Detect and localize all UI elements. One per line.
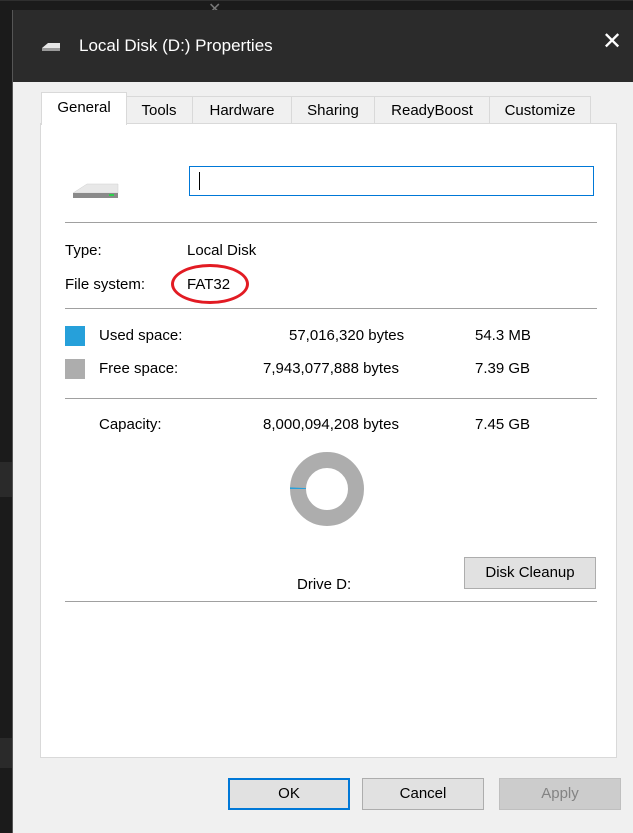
used-space-label: Used space: bbox=[99, 327, 183, 344]
used-space-bytes: 57,016,320 bytes bbox=[289, 327, 405, 344]
type-label: Type: bbox=[65, 242, 102, 259]
text-caret bbox=[199, 172, 200, 190]
window-title: Local Disk (D:) Properties bbox=[79, 36, 273, 55]
properties-dialog: Local Disk (D:) Properties ✕ General Too… bbox=[12, 10, 633, 833]
close-button[interactable]: ✕ bbox=[590, 24, 633, 60]
capacity-label: Capacity: bbox=[99, 416, 162, 433]
tab-customize[interactable]: Customize bbox=[489, 96, 591, 124]
close-icon: ✕ bbox=[601, 28, 623, 55]
drive-icon bbox=[72, 183, 119, 198]
used-space-swatch bbox=[65, 326, 85, 346]
type-value: Local Disk bbox=[187, 242, 257, 259]
cancel-button[interactable]: Cancel bbox=[362, 778, 484, 810]
used-space-size: 54.3 MB bbox=[475, 327, 531, 344]
free-space-bytes: 7,943,077,888 bytes bbox=[263, 360, 399, 377]
capacity-size: 7.45 GB bbox=[475, 416, 531, 433]
annotation-circle bbox=[171, 264, 249, 304]
general-tab-panel: Type: Local Disk File system: FAT32 Used… bbox=[40, 123, 617, 758]
apply-button[interactable]: Apply bbox=[499, 778, 621, 810]
separator bbox=[65, 308, 597, 309]
separator bbox=[65, 398, 597, 399]
ok-button[interactable]: OK bbox=[228, 778, 350, 810]
disk-cleanup-button[interactable]: Disk Cleanup bbox=[464, 557, 596, 589]
separator bbox=[65, 601, 597, 602]
free-space-ring bbox=[290, 452, 364, 526]
title-bar[interactable]: Local Disk (D:) Properties ✕ bbox=[13, 10, 633, 82]
usage-donut-chart bbox=[290, 452, 364, 526]
drive-label: Drive D: bbox=[297, 576, 352, 593]
file-system-label: File system: bbox=[65, 276, 146, 293]
free-space-size: 7.39 GB bbox=[475, 360, 531, 377]
volume-label-input[interactable] bbox=[189, 166, 594, 196]
tab-tools[interactable]: Tools bbox=[125, 96, 193, 124]
free-space-label: Free space: bbox=[99, 360, 179, 377]
separator bbox=[65, 222, 597, 223]
tab-general[interactable]: General bbox=[41, 92, 127, 125]
free-space-swatch bbox=[65, 359, 85, 379]
background-edge bbox=[0, 0, 633, 1]
capacity-bytes: 8,000,094,208 bytes bbox=[263, 416, 399, 433]
tab-sharing[interactable]: Sharing bbox=[291, 96, 375, 124]
tab-hardware[interactable]: Hardware bbox=[192, 96, 292, 124]
drive-icon bbox=[42, 43, 60, 51]
tab-readyboost[interactable]: ReadyBoost bbox=[374, 96, 490, 124]
